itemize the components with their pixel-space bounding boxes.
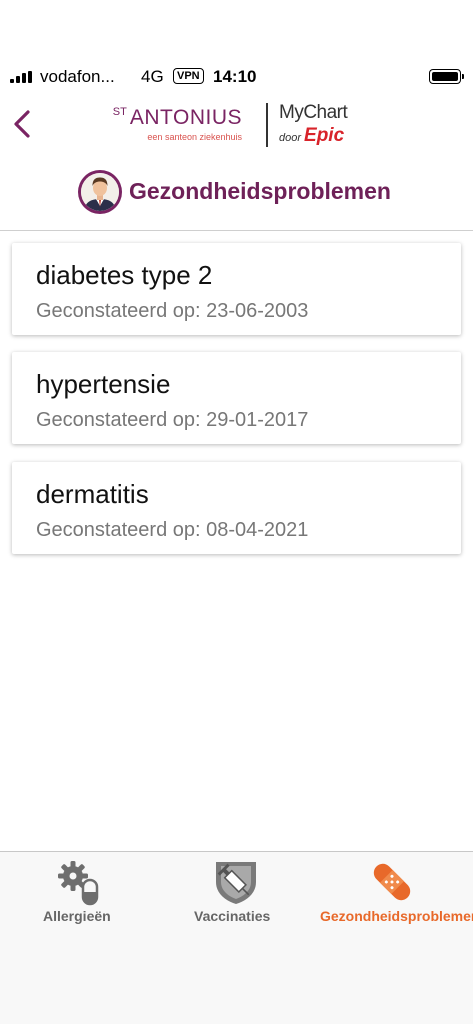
battery-icon	[429, 69, 464, 84]
page-title: Gezondheidsproblemen	[129, 178, 391, 204]
back-button[interactable]	[6, 106, 38, 142]
status-time: 14:10	[213, 67, 257, 86]
problem-date: Geconstateerd op: 23-06-2003	[36, 300, 309, 322]
problem-date: Geconstateerd op: 08-04-2021	[36, 519, 309, 541]
header-divider	[0, 230, 473, 231]
page-title-row: Gezondheidsproblemen	[0, 170, 473, 216]
tab-health-problems[interactable]: Gezondheidsproblemen	[316, 852, 473, 942]
gear-pill-icon	[58, 861, 99, 906]
hospital-tagline: een santeon ziekenhuis	[147, 132, 242, 142]
tab-label: Allergieën	[43, 908, 111, 924]
network-type: 4G	[141, 67, 164, 86]
user-avatar-icon	[81, 173, 119, 211]
problem-name: hypertensie	[36, 369, 171, 399]
chevron-left-icon	[14, 110, 30, 138]
carrier-name: vodafon...	[40, 67, 115, 86]
avatar	[78, 170, 122, 214]
problem-date: Geconstateerd op: 29-01-2017	[36, 409, 309, 431]
status-bar: vodafon... 4G VPN 14:10	[0, 60, 473, 94]
vpn-badge: VPN	[173, 68, 204, 84]
problem-name: dermatitis	[36, 479, 149, 509]
mychart-by-line: door Epic	[279, 125, 345, 146]
hospital-logo: ST ANTONIUS een santeon ziekenhuis	[108, 106, 242, 146]
tab-label: Gezondheidsproblemen	[320, 908, 473, 924]
signal-strength-icon	[10, 71, 34, 83]
tab-label: Vaccinaties	[194, 908, 271, 924]
mychart-name: MyChart	[279, 102, 348, 123]
bandage-icon	[373, 863, 411, 901]
problem-card-diabetes[interactable]: diabetes type 2 Geconstateerd op: 23-06-…	[12, 243, 461, 335]
hospital-name: ST ANTONIUS	[112, 106, 242, 129]
mychart-logo: MyChart door Epic	[279, 102, 359, 148]
tab-vaccinations[interactable]: Vaccinaties	[158, 852, 316, 942]
syringe-shield-icon	[216, 862, 256, 904]
problem-card-dermatitis[interactable]: dermatitis Geconstateerd op: 08-04-2021	[12, 462, 461, 554]
tab-bar: Allergieën Vaccinaties Gezondheidsproble…	[0, 851, 473, 1024]
tab-allergies[interactable]: Allergieën	[0, 852, 158, 942]
problem-card-hypertension[interactable]: hypertensie Geconstateerd op: 29-01-2017	[12, 352, 461, 444]
logo-divider	[266, 103, 268, 147]
problem-name: diabetes type 2	[36, 260, 213, 290]
